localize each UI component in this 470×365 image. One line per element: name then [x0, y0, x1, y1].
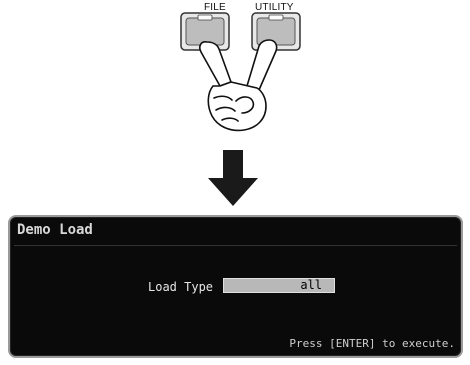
- load-type-value: all: [300, 278, 322, 292]
- two-finger-press-icon: [199, 39, 278, 132]
- load-type-field[interactable]: all: [223, 278, 335, 293]
- lcd-screen: Demo Load Load Type all Press [ENTER] to…: [8, 215, 463, 358]
- load-type-label: Load Type: [148, 280, 214, 294]
- arrow-down-icon: [208, 150, 258, 206]
- title-divider: [14, 245, 457, 246]
- screen-title: Demo Load: [17, 222, 93, 238]
- instruction-illustration: [180, 12, 301, 206]
- execute-instruction: Press [ENTER] to execute.: [289, 337, 455, 350]
